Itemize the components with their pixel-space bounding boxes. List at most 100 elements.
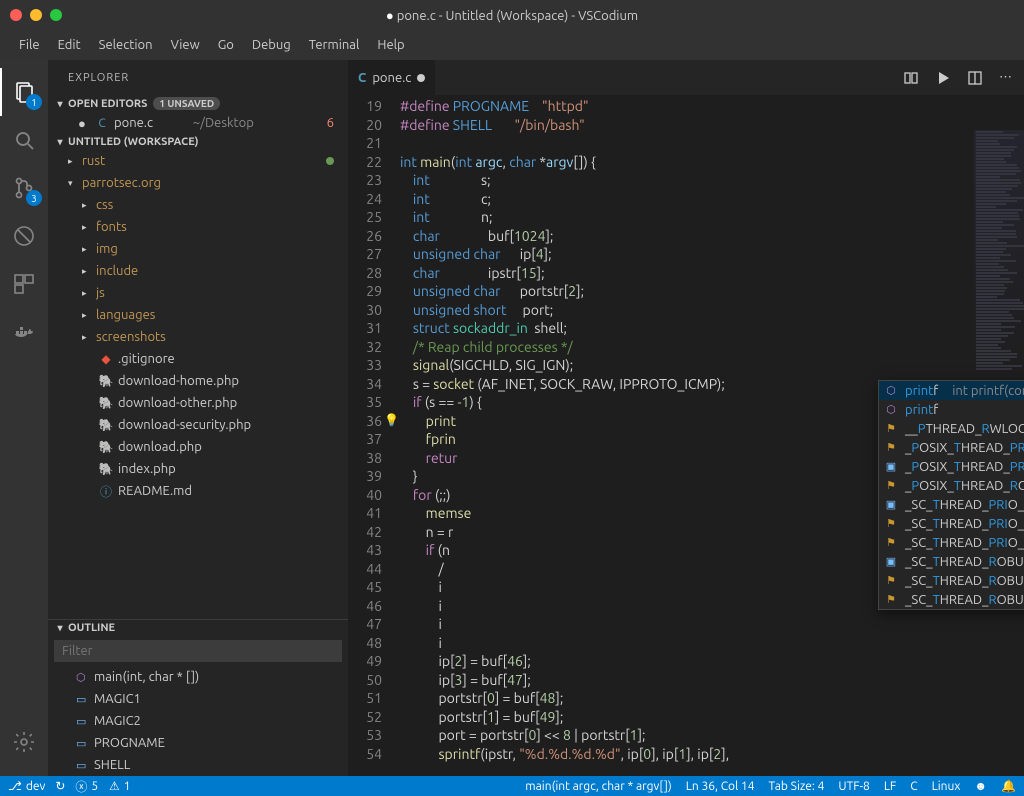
tree-item[interactable]: ▸include	[48, 260, 348, 282]
md-file-icon: ⓘ	[96, 483, 116, 500]
outline-header[interactable]: ▾OUTLINE	[48, 620, 348, 636]
php-file-icon: 🐘	[96, 440, 116, 454]
outline-item[interactable]: ⬡main(int, char * [])	[48, 666, 348, 688]
suggest-item[interactable]: ⚑_POSIX_THREAD_PRIO_INHERIT	[879, 438, 1024, 457]
status-sync[interactable]: ↻	[55, 779, 65, 793]
tree-item[interactable]: ▸js	[48, 282, 348, 304]
modified-icon	[326, 157, 334, 165]
suggest-item[interactable]: ⬡printfint printf(const char *__restrict…	[879, 381, 1024, 400]
suggest-item[interactable]: ⚑_SC_THREAD_ROBUST_PRIO_INHERIT	[879, 571, 1024, 590]
status-eol[interactable]: LF	[884, 780, 896, 793]
minimap[interactable]	[974, 130, 1024, 390]
window-title: ● pone.c - Untitled (Workspace) - VSCodi…	[386, 8, 638, 23]
activity-explorer[interactable]: 1	[0, 68, 48, 116]
tree-item[interactable]: ▸fonts	[48, 216, 348, 238]
suggest-kind-icon: ⚑	[883, 441, 899, 454]
activity-extensions[interactable]	[0, 260, 48, 308]
tree-item[interactable]: ◆.gitignore	[48, 348, 348, 370]
menu-edit[interactable]: Edit	[49, 38, 90, 52]
outline-item[interactable]: ▭PROGNAME	[48, 732, 348, 754]
suggest-kind-icon: ⚑	[883, 517, 899, 530]
activity-scm[interactable]: 3	[0, 164, 48, 212]
outline-item[interactable]: ▭MAGIC1	[48, 688, 348, 710]
open-editors-header[interactable]: ▾OPEN EDITORS1 UNSAVED	[48, 95, 348, 112]
status-encoding[interactable]: UTF-8	[838, 780, 869, 793]
suggest-kind-icon: ⚑	[883, 422, 899, 435]
menu-selection[interactable]: Selection	[90, 38, 162, 52]
status-position[interactable]: Ln 36, Col 14	[686, 780, 755, 793]
status-feedback-icon[interactable]: ☻	[974, 779, 987, 793]
symbol-icon: ▭	[76, 737, 94, 750]
tree-item[interactable]: ▸css	[48, 194, 348, 216]
run-icon[interactable]	[935, 70, 951, 86]
activity-debug[interactable]	[0, 212, 48, 260]
status-language[interactable]: C	[910, 780, 917, 793]
symbol-icon: ▭	[76, 693, 94, 706]
tree-item[interactable]: ▾parrotsec.org	[48, 172, 348, 194]
status-branch[interactable]: ⎇dev	[8, 779, 45, 793]
status-context[interactable]: main(int argc, char * argv[])	[525, 780, 671, 793]
tab-pone-c[interactable]: C pone.c	[348, 60, 436, 95]
tree-item[interactable]: 🐘download.php	[48, 436, 348, 458]
menu-terminal[interactable]: Terminal	[300, 38, 369, 52]
suggest-widget[interactable]: ⬡printfint printf(const char *__restrict…	[878, 380, 1024, 610]
activity-search[interactable]	[0, 116, 48, 164]
compare-changes-icon[interactable]	[903, 70, 919, 86]
tree-item[interactable]: ⓘREADME.md	[48, 480, 348, 502]
tree-item[interactable]: 🐘download-other.php	[48, 392, 348, 414]
status-bell-icon[interactable]: 🔔	[1001, 779, 1016, 793]
status-bar: ⎇dev ↻ ⓧ5 ⚠1 main(int argc, char * argv[…	[0, 776, 1024, 796]
minimize-window-icon[interactable]	[30, 9, 42, 21]
tree-item[interactable]: 🐘download-security.php	[48, 414, 348, 436]
outline-item[interactable]: ▭SHELL	[48, 754, 348, 776]
tree-item[interactable]: ▸languages	[48, 304, 348, 326]
suggest-kind-icon: ⬡	[883, 384, 899, 397]
menu-go[interactable]: Go	[209, 38, 243, 52]
menu-view[interactable]: View	[162, 38, 209, 52]
c-file-icon: C	[92, 117, 112, 130]
sidebar: EXPLORER ▾OPEN EDITORS1 UNSAVED ● C pone…	[48, 60, 348, 776]
outline-filter-input[interactable]	[54, 640, 342, 662]
dirty-indicator-icon	[417, 74, 425, 82]
suggest-kind-icon: ▣	[883, 498, 899, 511]
suggest-item[interactable]: ▣_SC_THREAD_PRIO_INHERIT	[879, 495, 1024, 514]
tree-item[interactable]: ▸screenshots	[48, 326, 348, 348]
activity-settings[interactable]	[0, 718, 48, 766]
status-problems[interactable]: ⓧ5 ⚠1	[75, 778, 130, 795]
maximize-window-icon[interactable]	[50, 9, 62, 21]
tree-item[interactable]: ▸rust	[48, 150, 348, 172]
close-window-icon[interactable]	[10, 9, 22, 21]
status-tabsize[interactable]: Tab Size: 4	[769, 780, 825, 793]
suggest-item[interactable]: ⚑__PTHREAD_RWLOCK_INT_FLAGS_SHARED	[879, 419, 1024, 438]
activity-docker[interactable]	[0, 308, 48, 356]
activity-bar: 1 3	[0, 60, 48, 776]
suggest-kind-icon: ⚑	[883, 574, 899, 587]
menu-help[interactable]: Help	[368, 38, 413, 52]
open-editor-item[interactable]: ● C pone.c ~/Desktop 6	[48, 112, 348, 134]
suggest-item[interactable]: ▣_SC_THREAD_ROBUST_PRIO_INHERIT	[879, 552, 1024, 571]
php-file-icon: 🐘	[96, 462, 116, 476]
suggest-item[interactable]: ⚑_SC_THREAD_ROBUST_PRIO_INHERIT	[879, 590, 1024, 609]
suggest-kind-icon: ⚑	[883, 536, 899, 549]
lightbulb-icon[interactable]: 💡	[384, 412, 399, 431]
tree-item[interactable]: 🐘download-home.php	[48, 370, 348, 392]
suggest-item[interactable]: ⬡printf	[879, 400, 1024, 419]
suggest-item[interactable]: ▣_POSIX_THREAD_PRIO_INHERIT	[879, 457, 1024, 476]
outline-item[interactable]: ▭MAGIC2	[48, 710, 348, 732]
menu-debug[interactable]: Debug	[243, 38, 300, 52]
workspace-header[interactable]: ▾UNTITLED (WORKSPACE)	[48, 134, 348, 150]
tab-label: pone.c	[372, 71, 411, 85]
error-icon: ⓧ	[75, 778, 87, 795]
status-os[interactable]: Linux	[932, 780, 961, 793]
suggest-item[interactable]: ⚑_SC_THREAD_PRIO_INHERIT	[879, 514, 1024, 533]
suggest-kind-icon: ⚑	[883, 479, 899, 492]
more-actions-icon[interactable]: ⋯	[999, 70, 1012, 85]
php-file-icon: 🐘	[96, 396, 116, 410]
suggest-item[interactable]: ⚑_POSIX_THREAD_ROBUST_PRIO_INHERIT	[879, 476, 1024, 495]
menu-file[interactable]: File	[10, 38, 49, 52]
split-editor-icon[interactable]	[967, 70, 983, 86]
suggest-item[interactable]: ⚑_SC_THREAD_PRIO_INHERIT	[879, 533, 1024, 552]
tree-item[interactable]: 🐘index.php	[48, 458, 348, 480]
suggest-kind-icon: ▣	[883, 555, 899, 568]
tree-item[interactable]: ▸img	[48, 238, 348, 260]
